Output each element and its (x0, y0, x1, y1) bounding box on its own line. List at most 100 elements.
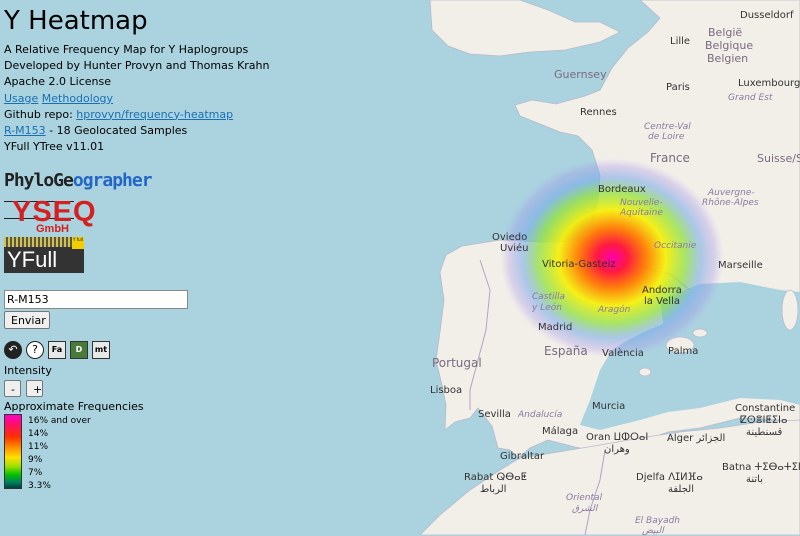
map-label-rennes: Rennes (580, 107, 617, 118)
yfull-logo-text: YFull (7, 247, 58, 272)
yseq-logo-subtext: GmbH (36, 223, 69, 235)
developers-text: Developed by Hunter Provyn and Thomas Kr… (4, 59, 270, 73)
legend-label-11: 11% (28, 442, 49, 452)
map-label-france: France (650, 151, 690, 165)
legend-title: Approximate Frequencies (4, 400, 144, 413)
legend-label-16: 16% and over (28, 416, 91, 426)
map-label-oran-ar: وهران (604, 444, 630, 455)
map-label-batna-ar: باتنة (746, 474, 763, 485)
map-label-espana: España (544, 344, 588, 358)
intensity-increase-button[interactable]: + (26, 380, 43, 397)
phylo-logo-part1: PhyloGe (4, 170, 74, 191)
map-label-palma: Palma (668, 346, 699, 357)
map-label-la-vella: la Vella (644, 296, 680, 307)
submit-button[interactable]: Enviar (4, 311, 50, 329)
phylo-logo-part2: o (72, 170, 84, 191)
legend-label-7: 7% (28, 468, 43, 478)
legend-label-9: 9% (28, 455, 43, 465)
haplogroup-search-input[interactable] (4, 290, 188, 309)
map-label-valencia: València (602, 348, 644, 359)
map-label-castilla: Castilla (532, 292, 566, 302)
yfull-logo-badge: Y full (72, 237, 84, 249)
map-label-constantine-tif: ⵇⵙⴻⵏⵟⵉⵏⴰ (740, 415, 788, 426)
map-label-sevilla: Sevilla (478, 409, 511, 420)
map-label-batna: Batna ⵜⵉⴱⴰⵜⵉⵏ (722, 462, 800, 473)
map-label-djelfa: Djelfa ⴷⵊⵍⴼⴰ (636, 472, 703, 483)
map-label-nouvelle: Nouvelle- (620, 198, 663, 208)
map-label-vitoria: Vitoria-Gasteiz (542, 259, 616, 270)
map-label-bordeaux: Bordeaux (598, 184, 646, 195)
phylo-logo-part3: grapher (82, 170, 153, 191)
intensity-decrease-button[interactable]: - (4, 380, 21, 397)
info-block: A Relative Frequency Map for Y Haplogrou… (4, 42, 270, 155)
samples-count: - 18 Geolocated Samples (45, 124, 188, 138)
map-label-marseille: Marseille (718, 260, 763, 271)
map-label-belgique: Belgique (705, 39, 754, 52)
intensity-label: Intensity (4, 364, 52, 377)
map-label-djelfa-ar: الجلفة (668, 484, 695, 495)
map-label-murcia: Murcia (592, 401, 626, 412)
legend-label-3-3: 3.3% (28, 481, 51, 491)
map-label-duesseldorf: Dusseldorf (740, 10, 794, 21)
control-panel: Y Heatmap A Relative Frequency Map for Y… (0, 0, 300, 535)
map-label-oriental: Oriental (566, 493, 603, 503)
map-label-lille: Lille (670, 36, 691, 47)
tree-version: YFull YTree v11.01 (4, 140, 105, 154)
yseq-logo[interactable]: YSEQ GmbH (4, 196, 96, 236)
phylogeographer-logo[interactable]: PhyloGeographer (4, 170, 153, 191)
map-label-suisse: Suisse/S (757, 152, 800, 165)
repo-prefix: Github repo: (4, 107, 77, 121)
help-links: Usage Methodology (4, 91, 270, 107)
map-label-centre-val: Centre-Val (644, 122, 691, 132)
map-label-luxembourg: Luxembourg (738, 78, 800, 89)
license-text: Apache 2.0 License (4, 75, 111, 89)
help-icon[interactable]: ? (26, 341, 44, 359)
map-label-constantine-ar: قسنطينة (746, 427, 783, 438)
menorca (692, 328, 708, 338)
legend-label-14: 14% (28, 429, 49, 439)
map-label-paris: Paris (666, 82, 690, 93)
methodology-link[interactable]: Methodology (42, 92, 113, 105)
repo-link[interactable]: hprovyn/frequency-heatmap (76, 108, 233, 121)
map-label-occitanie: Occitanie (654, 241, 697, 251)
haplogroup-line: R-M153 - 18 Geolocated Samples (4, 123, 270, 139)
corsica (781, 289, 799, 331)
map-label-auvergne: Auvergne- (708, 188, 755, 198)
yfull-logo[interactable]: Y full YFull (4, 237, 84, 273)
map-label-rhone-alpes: Rhône-Alpes (702, 198, 759, 208)
subtitle: A Relative Frequency Map for Y Haplogrou… (4, 43, 249, 56)
map-label-alger: Alger الجزائر (667, 433, 726, 444)
fa-icon[interactable]: Fa (48, 341, 66, 359)
map-label-aquitaine: Aquitaine (620, 208, 663, 218)
page-title: Y Heatmap (4, 6, 148, 36)
map-label-oviedo: Oviedo (492, 232, 528, 243)
yfull-logo-stripes (4, 237, 72, 247)
map-label-gibraltar: Gibraltar (500, 451, 545, 462)
legend-color-scale (4, 414, 22, 489)
map-label-andorra: Andorra (642, 285, 682, 296)
back-icon[interactable]: ↶ (4, 341, 22, 359)
map-label-el-bayadh: El Bayadh (635, 516, 680, 526)
map-label-rabat: Rabat ⵕⴱⴰⵟ (464, 472, 527, 483)
repo-line: Github repo: hprovyn/frequency-heatmap (4, 107, 270, 123)
map-label-malaga: Málaga (542, 426, 579, 437)
map-label-belgien: Belgien (707, 52, 749, 65)
map-label-rabat-ar: الرباط (480, 484, 507, 495)
usage-link[interactable]: Usage (4, 92, 38, 105)
map-label-madrid: Madrid (538, 322, 573, 333)
map-label-constantine: Constantine (735, 403, 796, 414)
mt-icon[interactable]: mt (92, 341, 110, 359)
map-label-guernsey: Guernsey (554, 68, 607, 81)
map-label-y-leon: y León (532, 303, 562, 313)
d-icon[interactable]: D (70, 341, 88, 359)
map-label-uvieu: Uviéu (500, 243, 529, 254)
map-label-belgie: België (708, 26, 743, 39)
map-label-portugal: Portugal (432, 356, 482, 370)
haplogroup-link[interactable]: R-M153 (4, 124, 46, 137)
map-label-oran: Oran ⵡⵀⵔⴰⵏ (586, 432, 649, 443)
ibiza (638, 367, 652, 377)
map-label-de-loire: de Loire (648, 132, 685, 142)
map-label-lisboa: Lisboa (430, 385, 463, 396)
map-label-oriental-ar: الشرق (572, 504, 598, 514)
map-label-andalucia: Andalucía (518, 410, 563, 420)
